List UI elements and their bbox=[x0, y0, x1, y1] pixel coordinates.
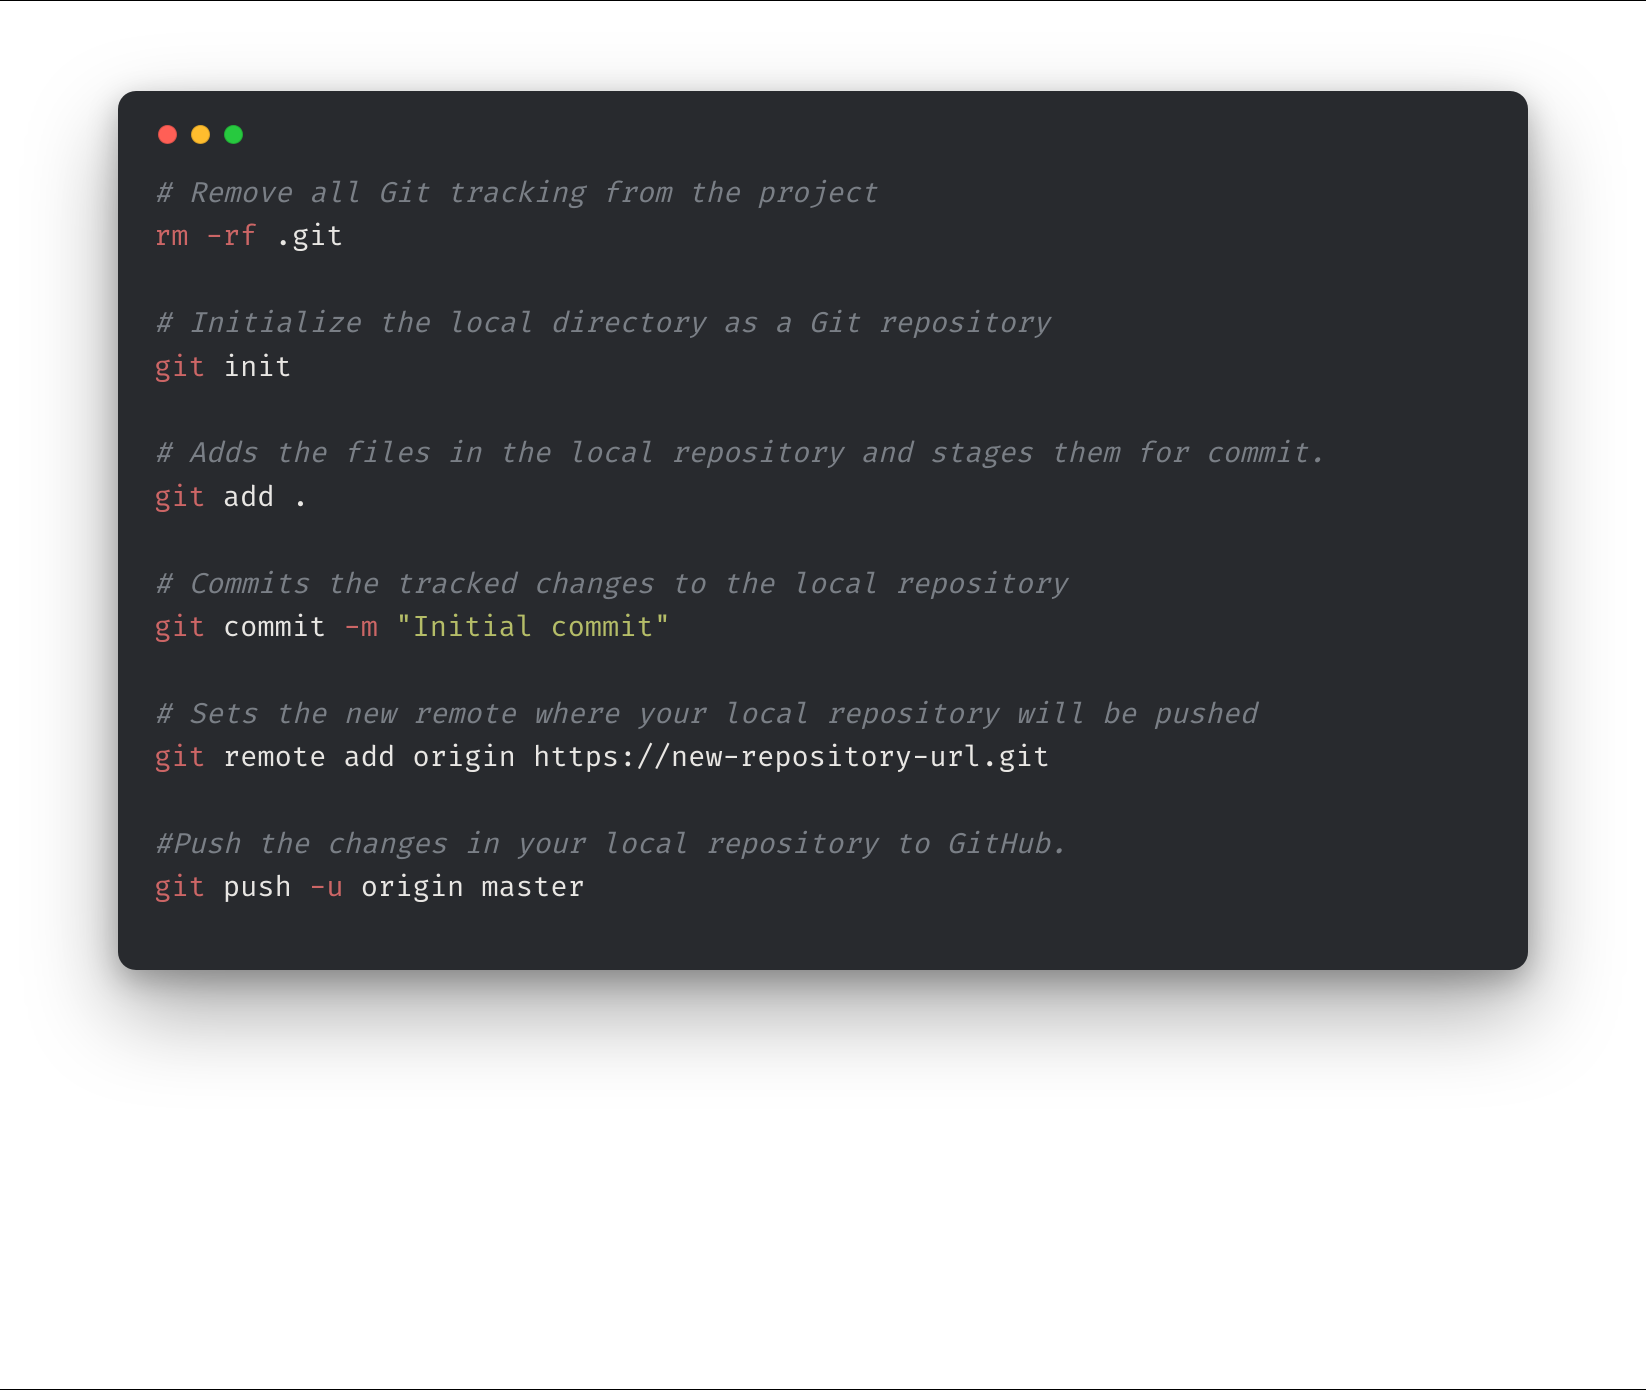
token-cmd: git bbox=[154, 870, 206, 905]
token-flag: -u bbox=[309, 870, 343, 905]
close-icon[interactable] bbox=[158, 125, 177, 144]
token-cmd: git bbox=[154, 740, 206, 775]
token-plain bbox=[188, 219, 205, 254]
command-line: git push -u origin master bbox=[154, 866, 1492, 909]
comment-line: #Push the changes in your local reposito… bbox=[154, 823, 1492, 866]
token-plain: origin master bbox=[344, 870, 585, 905]
token-flag: -m bbox=[344, 610, 378, 645]
minimize-icon[interactable] bbox=[191, 125, 210, 144]
token-plain: add . bbox=[206, 480, 309, 515]
window-titlebar bbox=[154, 121, 1492, 172]
code-block[interactable]: # Remove all Git tracking from the proje… bbox=[154, 172, 1492, 910]
token-plain: push bbox=[206, 870, 309, 905]
command-line: git add . bbox=[154, 476, 1492, 519]
comment-text: #Push the changes in your local reposito… bbox=[154, 827, 1067, 862]
command-line: git commit -m "Initial commit" bbox=[154, 606, 1492, 649]
blank-line bbox=[154, 649, 1492, 692]
token-plain: remote add origin https://new-repository… bbox=[206, 740, 1050, 775]
comment-line: # Remove all Git tracking from the proje… bbox=[154, 172, 1492, 215]
token-plain bbox=[378, 610, 395, 645]
page-canvas: # Remove all Git tracking from the proje… bbox=[0, 0, 1646, 1390]
blank-line bbox=[154, 519, 1492, 562]
comment-line: # Adds the files in the local repository… bbox=[154, 432, 1492, 475]
comment-text: # Sets the new remote where your local r… bbox=[154, 697, 1257, 732]
command-line: git remote add origin https://new-reposi… bbox=[154, 736, 1492, 779]
blank-line bbox=[154, 389, 1492, 432]
token-str: "Initial commit" bbox=[395, 610, 671, 645]
maximize-icon[interactable] bbox=[224, 125, 243, 144]
token-cmd: git bbox=[154, 610, 206, 645]
comment-text: # Initialize the local directory as a Gi… bbox=[154, 306, 1050, 341]
comment-text: # Commits the tracked changes to the loc… bbox=[154, 567, 1067, 602]
command-line: rm -rf .git bbox=[154, 215, 1492, 258]
comment-text: # Remove all Git tracking from the proje… bbox=[154, 176, 878, 211]
blank-line bbox=[154, 259, 1492, 302]
token-cmd: git bbox=[154, 350, 206, 385]
terminal-window: # Remove all Git tracking from the proje… bbox=[118, 91, 1528, 970]
command-line: git init bbox=[154, 346, 1492, 389]
token-cmd: git bbox=[154, 480, 206, 515]
comment-text: # Adds the files in the local repository… bbox=[154, 436, 1326, 471]
token-flag: -rf bbox=[206, 219, 258, 254]
token-plain: init bbox=[206, 350, 292, 385]
comment-line: # Initialize the local directory as a Gi… bbox=[154, 302, 1492, 345]
token-cmd: rm bbox=[154, 219, 188, 254]
comment-line: # Commits the tracked changes to the loc… bbox=[154, 563, 1492, 606]
comment-line: # Sets the new remote where your local r… bbox=[154, 693, 1492, 736]
token-plain: commit bbox=[206, 610, 344, 645]
token-plain: .git bbox=[257, 219, 343, 254]
blank-line bbox=[154, 779, 1492, 822]
